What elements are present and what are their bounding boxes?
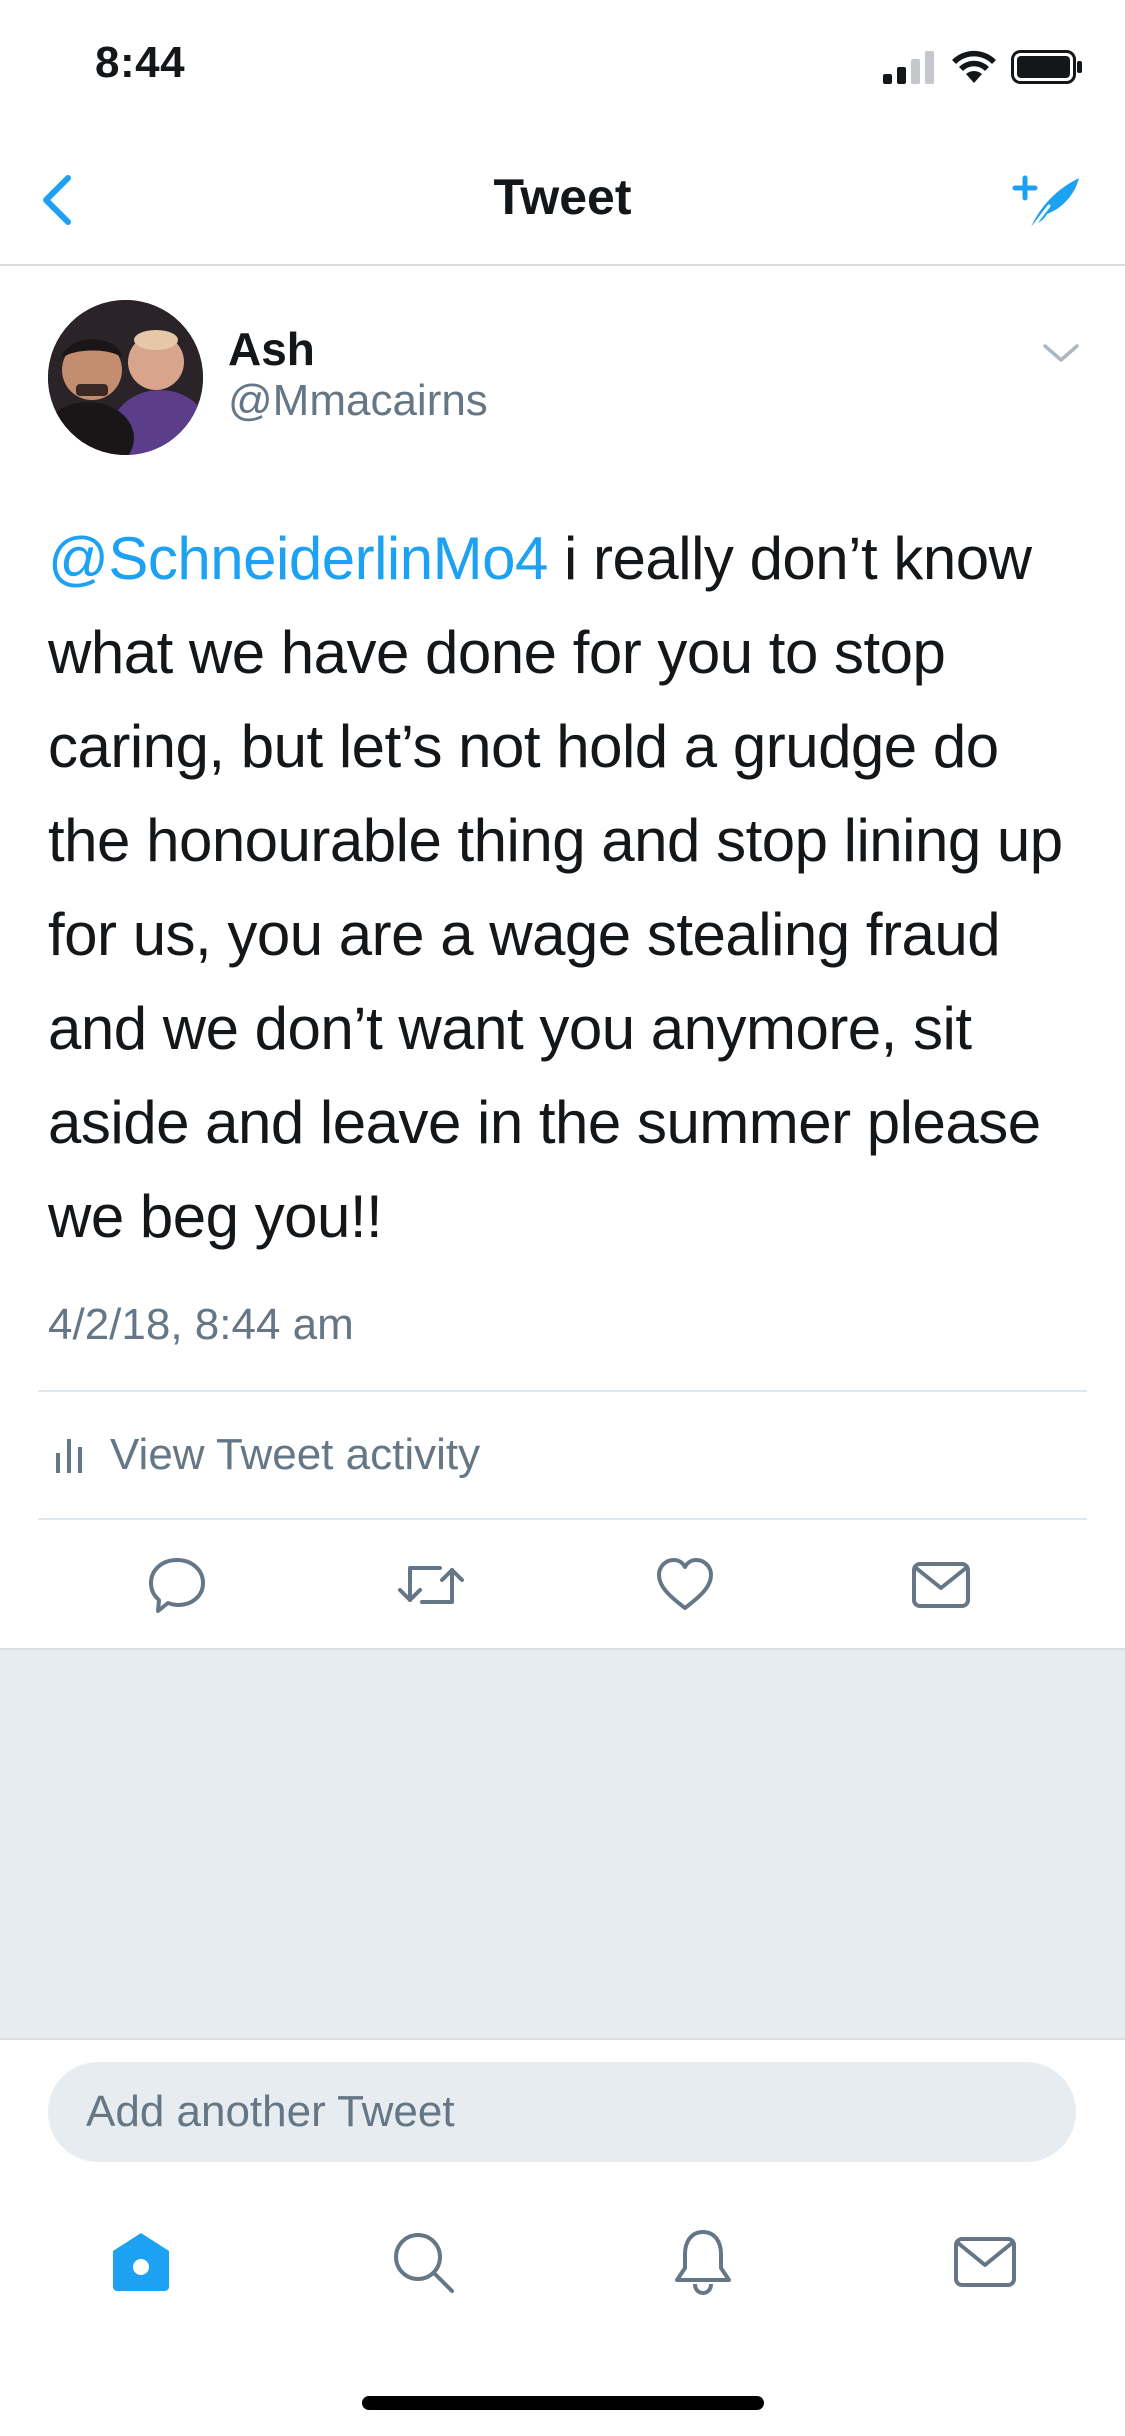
retweet-button[interactable] <box>386 1550 476 1620</box>
tab-notifications[interactable] <box>658 2222 748 2302</box>
tweet-timestamp: 4/2/18, 8:44 am <box>48 1300 354 1349</box>
messages-icon <box>954 2237 1016 2287</box>
tweet-text: @SchneiderlinMo4 i really don’t know wha… <box>48 512 1088 1264</box>
author-name[interactable]: Ash <box>228 322 315 376</box>
signal-icon <box>883 51 934 84</box>
reply-icon <box>149 1558 205 1613</box>
chevron-down-icon <box>1043 344 1079 362</box>
compose-tweet-icon <box>1012 175 1079 234</box>
view-tweet-activity-link[interactable]: View Tweet activity <box>54 1420 480 1490</box>
add-tweet-placeholder: Add another Tweet <box>86 2087 455 2136</box>
divider <box>38 1390 1087 1392</box>
page-title: Tweet <box>493 169 632 225</box>
tweet-body: i really don’t know what we have done fo… <box>48 525 1063 1250</box>
analytics-icon <box>56 1439 82 1473</box>
notifications-icon <box>675 2230 731 2296</box>
retweet-icon <box>398 1566 464 1604</box>
like-icon <box>657 1558 713 1610</box>
activity-label: View Tweet activity <box>110 1430 481 1479</box>
avatar[interactable] <box>48 300 203 455</box>
nav-divider <box>0 264 1125 266</box>
reply-button[interactable] <box>132 1550 222 1620</box>
avatar-photo <box>48 300 203 455</box>
tab-home[interactable] <box>96 2222 186 2302</box>
status-icons <box>883 50 1083 84</box>
replies-area <box>0 1648 1125 2040</box>
share-via-dm-button[interactable] <box>896 1550 986 1620</box>
home-icon <box>113 2233 169 2291</box>
direct-message-icon <box>912 1562 970 1608</box>
wifi-icon <box>952 50 996 83</box>
tweet-options-button[interactable] <box>1039 338 1083 368</box>
battery-icon <box>1011 50 1082 84</box>
tab-search[interactable] <box>378 2222 468 2302</box>
mention-link[interactable]: @SchneiderlinMo4 <box>48 525 548 592</box>
search-icon <box>394 2233 454 2293</box>
compose-tweet-button[interactable] <box>1005 168 1085 238</box>
add-tweet-input[interactable]: Add another Tweet <box>48 2062 1076 2162</box>
home-indicator[interactable] <box>362 2396 764 2410</box>
status-time: 8:44 <box>95 38 186 87</box>
like-button[interactable] <box>640 1550 730 1620</box>
author-handle[interactable]: @Mmacairns <box>228 376 488 426</box>
tab-messages[interactable] <box>940 2222 1030 2302</box>
divider <box>38 1518 1087 1520</box>
